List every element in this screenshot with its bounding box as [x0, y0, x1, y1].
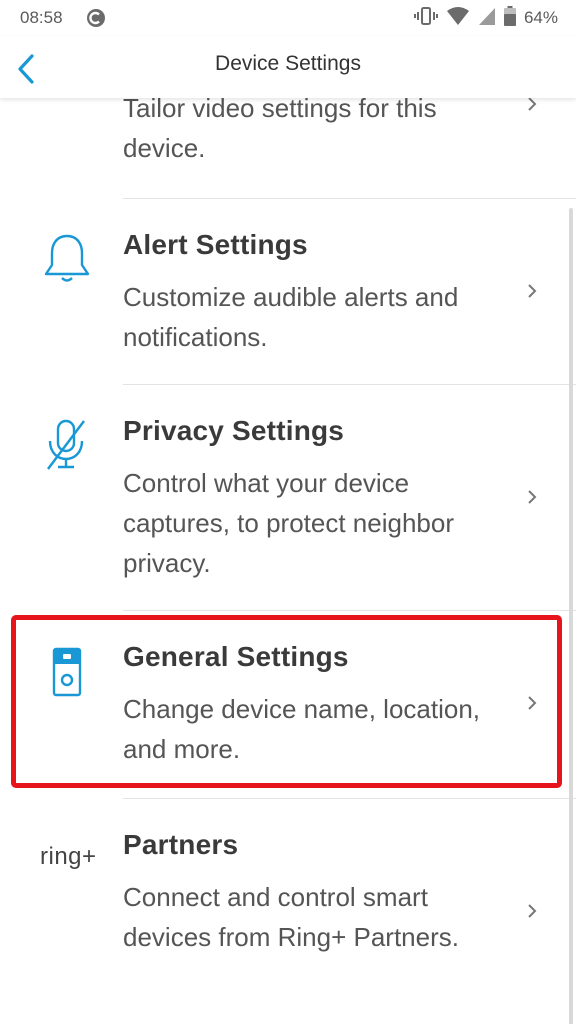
status-time: 08:58: [20, 8, 63, 27]
battery-percent: 64%: [523, 8, 558, 27]
list-item-partners[interactable]: ring+ Partners Connect and control smart…: [0, 799, 576, 1024]
scrollbar[interactable]: [569, 208, 573, 1024]
row-description: Connect and control smart devices from R…: [123, 882, 459, 952]
row-description: Customize audible alerts and notificatio…: [123, 282, 459, 352]
ring-c-icon: [86, 8, 106, 28]
mic-off-icon: [44, 417, 88, 478]
row-title: Partners: [123, 829, 239, 860]
wifi-icon: [446, 6, 470, 31]
list-item-alert-settings[interactable]: Alert Settings Customize audible alerts …: [0, 199, 576, 384]
vibrate-icon: [413, 6, 438, 31]
settings-list: Tailor video settings for this device. A…: [0, 98, 576, 1024]
list-item-general-settings[interactable]: General Settings Change device name, loc…: [0, 611, 576, 796]
row-title: General Settings: [123, 641, 349, 672]
row-title: Alert Settings: [123, 229, 308, 260]
chevron-right-icon: [526, 283, 538, 299]
list-item-privacy-settings[interactable]: Privacy Settings Control what your devic…: [0, 385, 576, 610]
signal-icon: [478, 6, 496, 31]
chevron-right-icon: [526, 695, 538, 711]
row-description: Tailor video settings for this device.: [123, 98, 437, 163]
page-title: Device Settings: [215, 52, 361, 75]
list-item-video-settings[interactable]: Tailor video settings for this device.: [0, 98, 576, 198]
status-icons: 64%: [413, 5, 558, 31]
chevron-right-icon: [526, 903, 538, 919]
chevron-right-icon: [526, 98, 538, 112]
row-description: Change device name, location, and more.: [123, 694, 481, 764]
app-header: Device Settings: [0, 36, 576, 98]
row-title: Privacy Settings: [123, 415, 345, 446]
bell-icon: [42, 233, 92, 290]
battery-icon: [503, 5, 516, 31]
chevron-right-icon: [526, 489, 538, 505]
ring-plus-logo: ring+: [40, 843, 97, 870]
status-bar: 08:58 64%: [0, 0, 576, 36]
doorbell-icon: [52, 647, 82, 702]
row-description: Control what your device captures, to pr…: [123, 468, 454, 578]
